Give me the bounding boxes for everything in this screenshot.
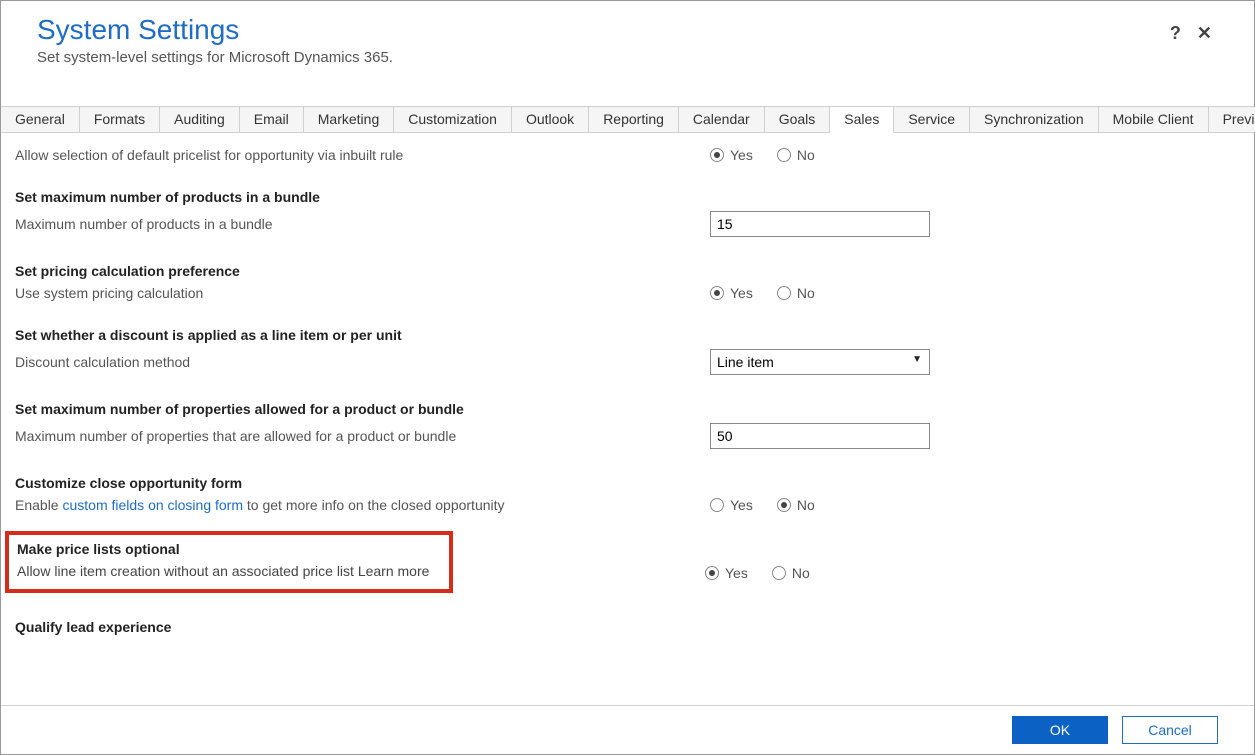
radio-price-lists-optional-no[interactable]: No: [772, 565, 810, 581]
radio-price-lists-optional-yes[interactable]: Yes: [705, 565, 748, 581]
radio-close-opp-yes[interactable]: Yes: [710, 497, 753, 513]
tab-synchronization[interactable]: Synchronization: [970, 107, 1099, 132]
help-icon[interactable]: ?: [1170, 23, 1181, 44]
label-max-props: Maximum number of properties that are al…: [15, 428, 710, 444]
label-discount: Discount calculation method: [15, 354, 710, 370]
close-icon[interactable]: ✕: [1197, 23, 1212, 44]
ok-button[interactable]: OK: [1012, 716, 1108, 744]
tab-customization[interactable]: Customization: [394, 107, 512, 132]
tab-outlook[interactable]: Outlook: [512, 107, 589, 132]
tab-reporting[interactable]: Reporting: [589, 107, 679, 132]
radio-pricing-pref-yes[interactable]: Yes: [710, 285, 753, 301]
label-max-bundle: Maximum number of products in a bundle: [15, 216, 710, 232]
link-custom-fields-closing-form[interactable]: custom fields on closing form: [62, 497, 243, 513]
dialog-header: System Settings Set system-level setting…: [1, 1, 1254, 76]
radio-close-opp: Yes No: [710, 497, 815, 513]
radio-pricing-pref: Yes No: [710, 285, 815, 301]
heading-price-lists-optional: Make price lists optional: [17, 541, 441, 557]
tab-previews[interactable]: Previews: [1209, 107, 1255, 132]
select-discount-method[interactable]: Line item: [710, 349, 930, 375]
tab-marketing[interactable]: Marketing: [304, 107, 394, 132]
tab-calendar[interactable]: Calendar: [679, 107, 765, 132]
heading-max-props: Set maximum number of properties allowed…: [15, 401, 1240, 417]
label-default-pricelist: Allow selection of default pricelist for…: [15, 147, 710, 163]
page-title: System Settings: [37, 13, 393, 47]
cancel-button[interactable]: Cancel: [1122, 716, 1218, 744]
radio-price-lists-optional: Yes No: [705, 565, 810, 581]
tab-general[interactable]: General: [1, 107, 80, 132]
label-price-lists-optional: Allow line item creation without an asso…: [17, 563, 358, 579]
heading-qualify-lead: Qualify lead experience: [15, 619, 1240, 635]
radio-default-pricelist-yes[interactable]: Yes: [710, 147, 753, 163]
radio-default-pricelist: Yes No: [710, 147, 815, 163]
dialog-footer: OK Cancel: [1, 705, 1254, 754]
tab-service[interactable]: Service: [894, 107, 970, 132]
radio-pricing-pref-no[interactable]: No: [777, 285, 815, 301]
settings-panel[interactable]: Set whether the default pricelist for an…: [1, 133, 1254, 705]
input-max-bundle[interactable]: [710, 211, 930, 237]
tab-sales[interactable]: Sales: [830, 107, 894, 133]
heading-close-opp: Customize close opportunity form: [15, 475, 1240, 491]
tab-formats[interactable]: Formats: [80, 107, 160, 132]
tab-mobile-client[interactable]: Mobile Client: [1099, 107, 1209, 132]
heading-pricing-pref: Set pricing calculation preference: [15, 263, 1240, 279]
radio-default-pricelist-no[interactable]: No: [777, 147, 815, 163]
tab-auditing[interactable]: Auditing: [160, 107, 240, 132]
page-subtitle: Set system-level settings for Microsoft …: [37, 49, 393, 66]
label-pricing-pref: Use system pricing calculation: [15, 285, 710, 301]
highlight-price-lists-optional: Make price lists optional Allow line ite…: [5, 531, 453, 593]
tab-strip: General Formats Auditing Email Marketing…: [1, 106, 1254, 133]
link-learn-more-price-lists[interactable]: Learn more: [358, 563, 430, 579]
tab-email[interactable]: Email: [240, 107, 304, 132]
heading-max-bundle: Set maximum number of products in a bund…: [15, 189, 1240, 205]
radio-close-opp-no[interactable]: No: [777, 497, 815, 513]
tab-goals[interactable]: Goals: [765, 107, 831, 132]
input-max-props[interactable]: [710, 423, 930, 449]
label-close-opp: Enable custom fields on closing form to …: [15, 497, 710, 513]
heading-discount: Set whether a discount is applied as a l…: [15, 327, 1240, 343]
